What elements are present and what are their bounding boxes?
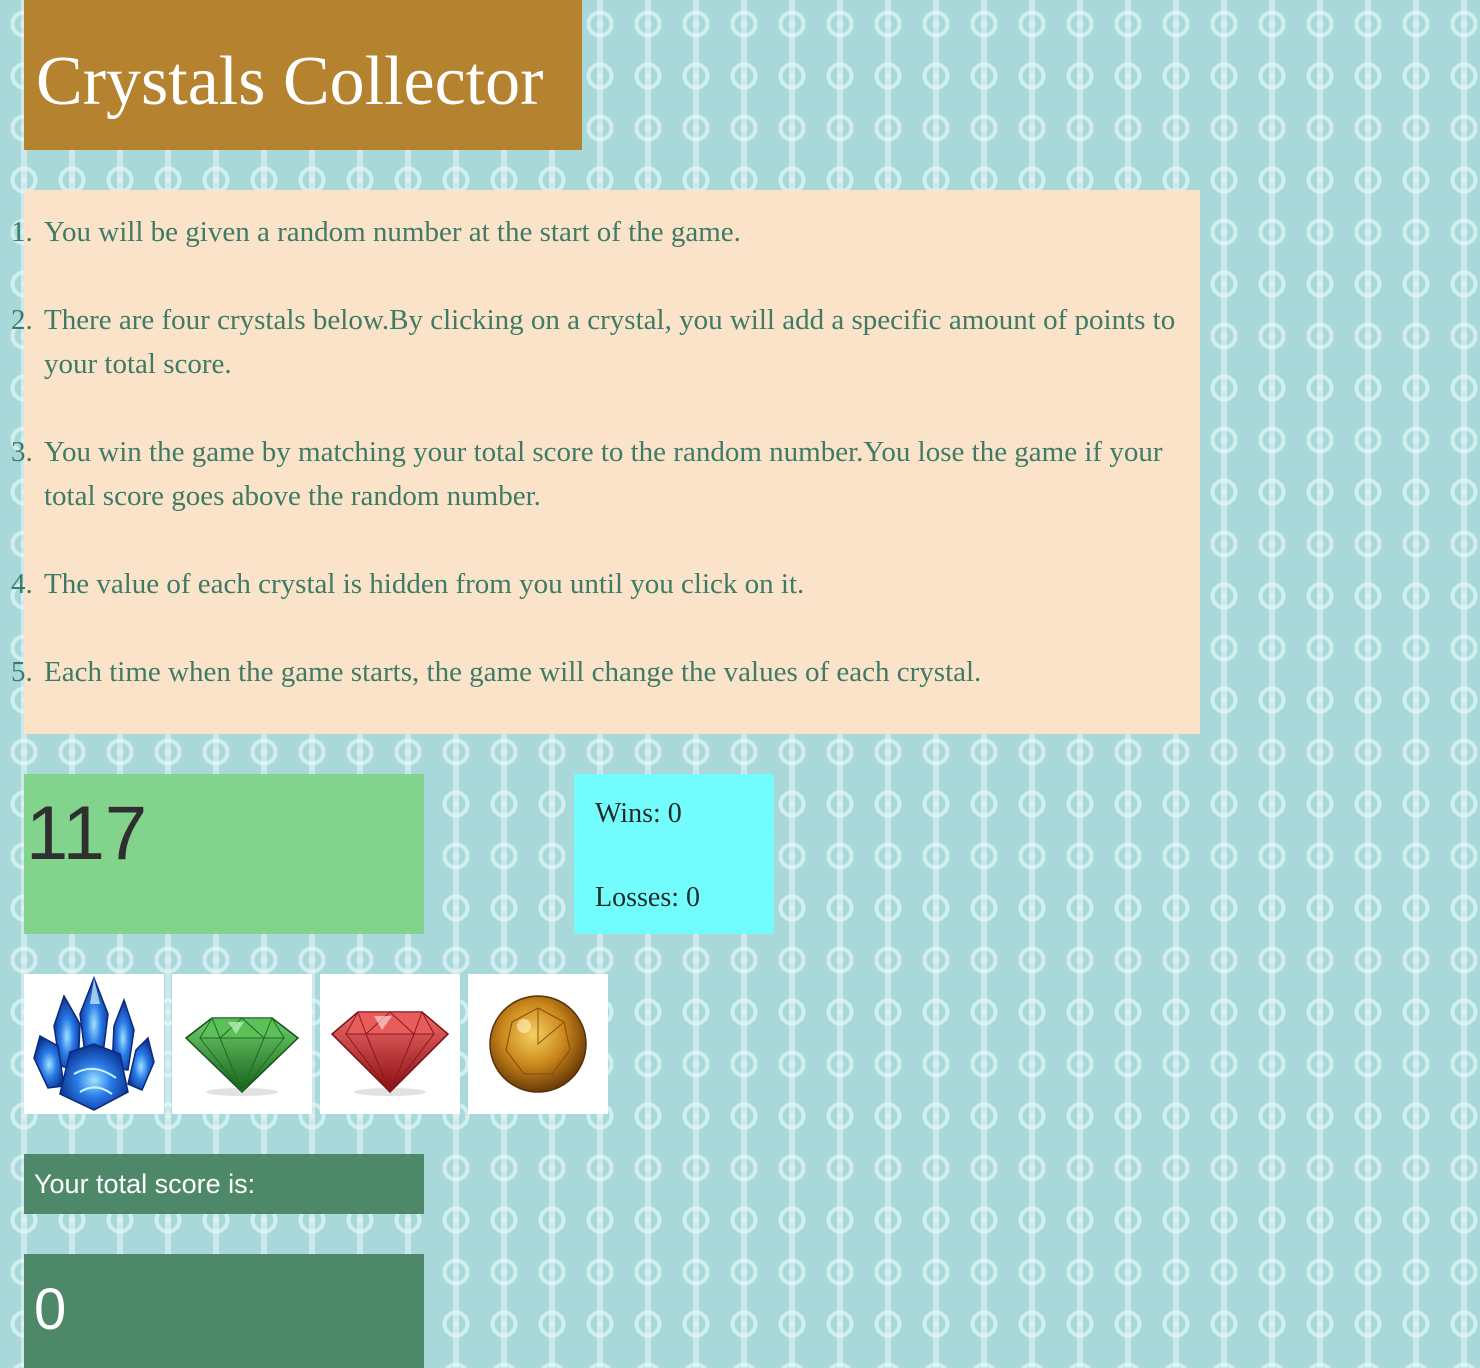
rule-item: 1. You will be given a random number at … — [0, 210, 1190, 254]
rule-item: 2. There are four crystals below.By clic… — [0, 298, 1190, 386]
rules-panel: 1. You will be given a random number at … — [11, 190, 1200, 734]
page-title: Crystals Collector — [36, 43, 544, 120]
rule-text: The value of each crystal is hidden from… — [44, 568, 805, 600]
rule-number: 3. — [11, 436, 33, 468]
rule-number: 1. — [11, 216, 33, 248]
total-score-label: Your total score is: — [34, 1169, 256, 1199]
stats-panel: Wins: 0 Losses: 0 — [574, 774, 774, 934]
rule-item: 5. Each time when the game starts, the g… — [0, 650, 1190, 694]
crystal-button-amber[interactable] — [468, 974, 608, 1114]
total-score-value: 0 — [34, 1277, 67, 1342]
rule-item: 4. The value of each crystal is hidden f… — [0, 562, 1190, 606]
target-number: 117 — [26, 791, 148, 876]
crystal-button-green[interactable] — [172, 974, 312, 1114]
target-number-panel: 117 — [24, 774, 424, 934]
total-score-label-panel: Your total score is: — [24, 1154, 424, 1214]
amber-gem-icon — [489, 995, 587, 1093]
losses-counter: Losses: 0 — [595, 882, 700, 913]
rule-text: Each time when the game starts, the game… — [44, 656, 982, 688]
green-gem-icon — [184, 1017, 300, 1096]
rule-item: 3. You win the game by matching your tot… — [0, 430, 1190, 518]
blue-crystal-icon — [33, 975, 155, 1111]
crystal-button-blue[interactable] — [24, 974, 164, 1114]
rule-text: There are four crystals below.By clickin… — [44, 304, 1176, 380]
rule-number: 2. — [11, 304, 33, 336]
wins-counter: Wins: 0 — [595, 798, 682, 829]
red-gem-icon — [330, 1011, 450, 1096]
title-banner: Crystals Collector — [24, 0, 582, 150]
total-score-panel: 0 — [24, 1254, 424, 1368]
rule-text: You win the game by matching your total … — [44, 436, 1163, 512]
rule-number: 4. — [11, 568, 33, 600]
crystal-button-red[interactable] — [320, 974, 460, 1114]
rule-number: 5. — [11, 656, 33, 688]
rule-text: You will be given a random number at the… — [44, 216, 741, 248]
